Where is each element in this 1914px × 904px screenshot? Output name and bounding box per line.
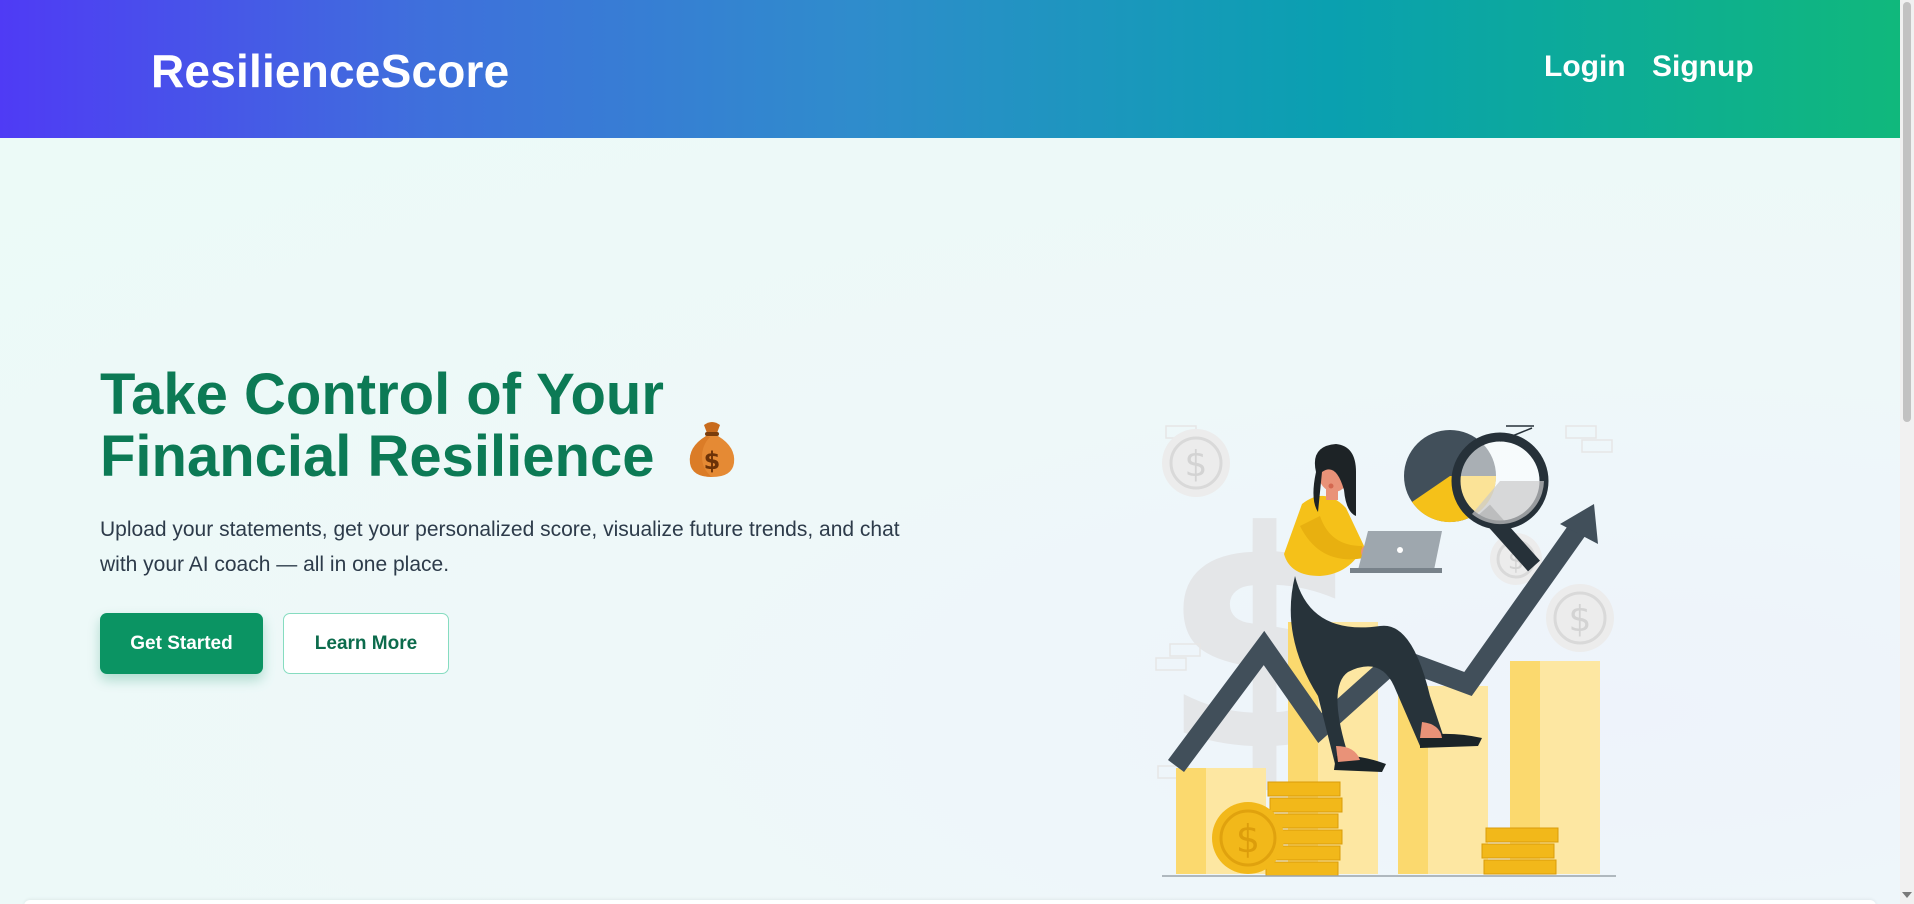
hero-section: Take Control of Your Financial Resilienc… <box>0 138 1900 904</box>
get-started-button[interactable]: Get Started <box>100 613 263 674</box>
svg-text:$: $ <box>704 447 721 475</box>
money-bag-icon: $ <box>684 419 740 490</box>
hero-title-line-2: Financial Resilience $ <box>100 422 740 496</box>
hero-subtitle: Upload your statements, get your persona… <box>100 518 900 576</box>
hero-title: Take Control of Your Financial Resilienc… <box>100 364 740 496</box>
svg-text:$: $ <box>1236 817 1260 861</box>
login-link[interactable]: Login <box>1544 50 1626 84</box>
hero-illustration: $ $ $ $ $ <box>1150 276 1630 896</box>
learn-more-button[interactable]: Learn More <box>283 613 449 674</box>
content-card-edge <box>24 900 1876 904</box>
hero-title-line-2-text: Financial Resilience <box>100 423 655 489</box>
scrollbar-thumb[interactable] <box>1903 2 1911 422</box>
hero-title-line-1: Take Control of Your <box>100 362 664 427</box>
svg-text:$: $ <box>1569 599 1592 640</box>
top-navbar: ResilienceScore Login Signup <box>0 0 1900 138</box>
brand-logo[interactable]: ResilienceScore <box>151 44 509 98</box>
signup-link[interactable]: Signup <box>1652 50 1754 84</box>
scroll-down-arrow-icon[interactable] <box>1902 892 1912 898</box>
svg-text:$: $ <box>1185 444 1208 485</box>
